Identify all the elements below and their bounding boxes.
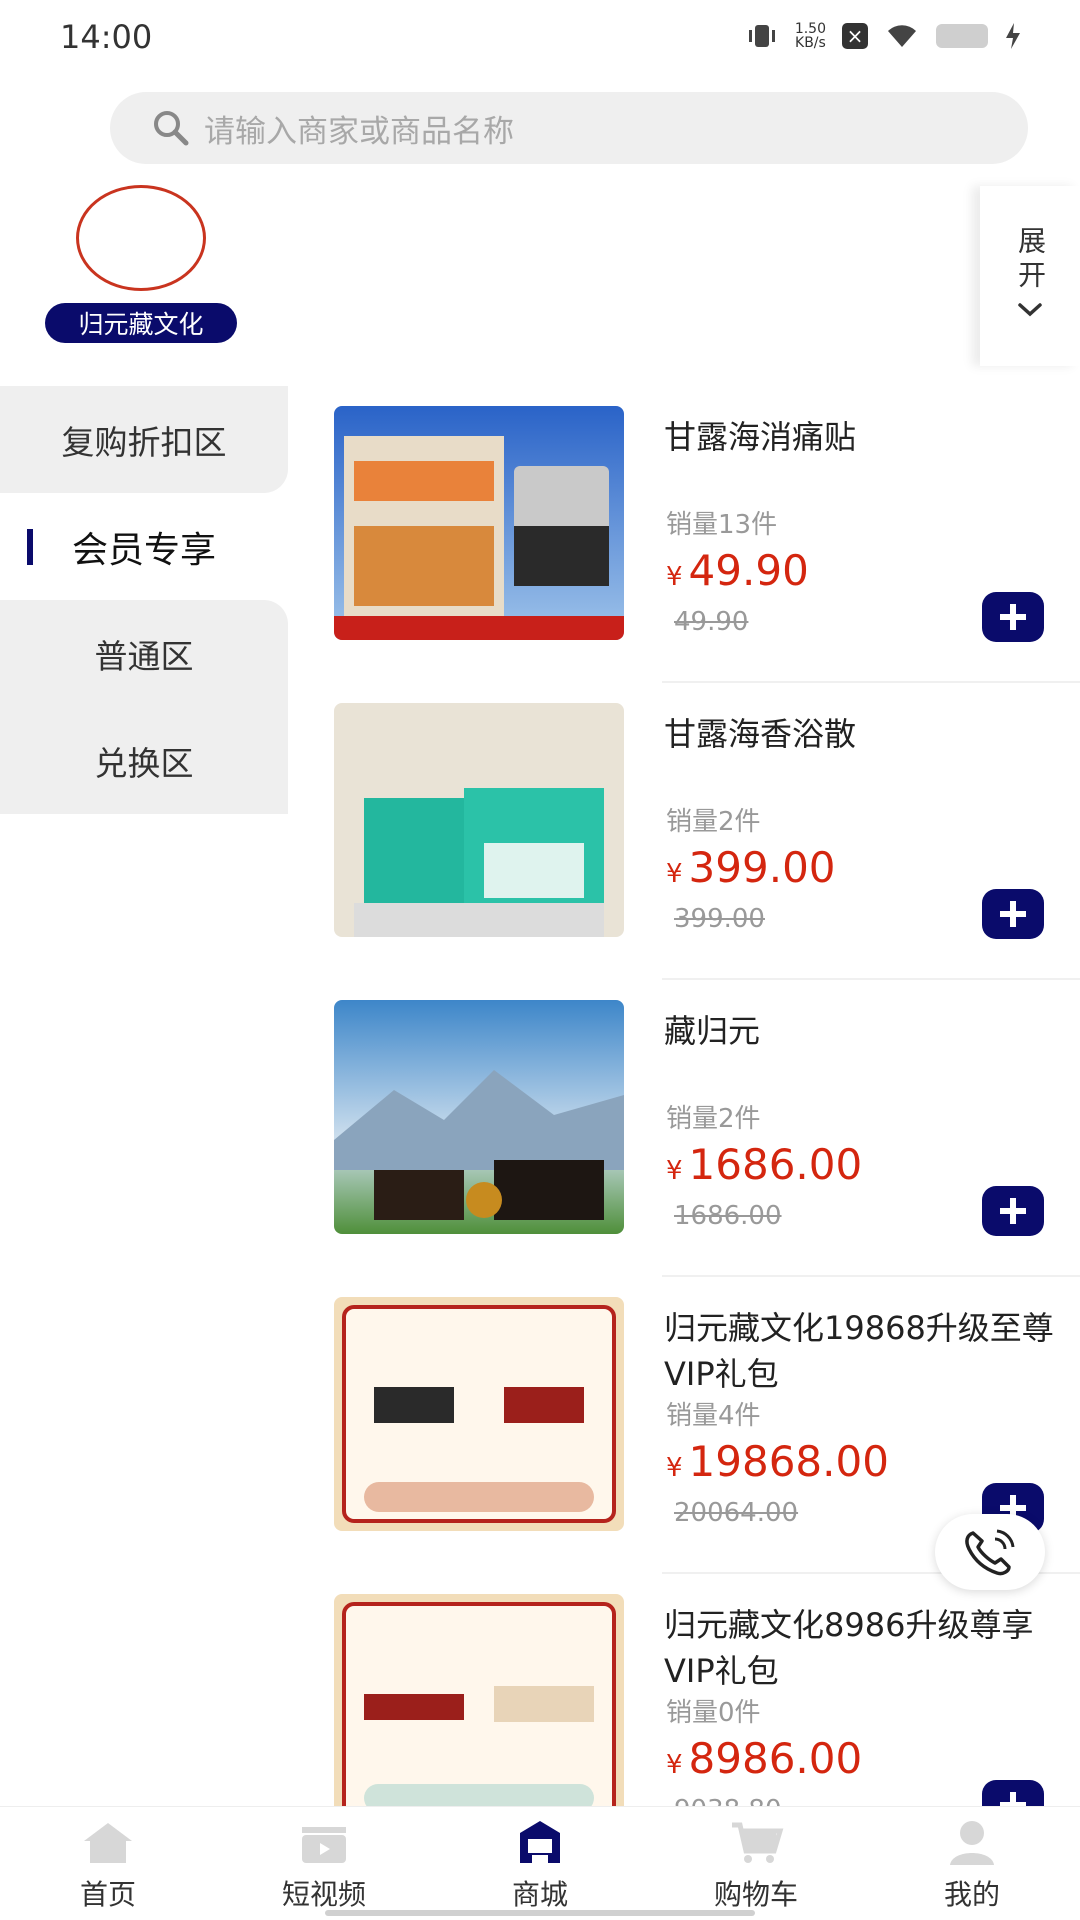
- home-icon: [80, 1819, 136, 1867]
- nav-label: 我的: [943, 1878, 1000, 1911]
- product-original-price: 1686.00: [674, 1201, 782, 1231]
- expand-label: 展开: [1014, 226, 1047, 294]
- nav-home[interactable]: 首页: [0, 1807, 216, 1920]
- add-to-cart-button[interactable]: [982, 1186, 1044, 1236]
- active-indicator: [27, 529, 33, 565]
- product-original-price: 399.00: [674, 904, 765, 934]
- store-logo[interactable]: [76, 185, 206, 291]
- vibrate-icon: [748, 25, 775, 47]
- product-price: ¥8986.00: [666, 1734, 862, 1783]
- cart-icon: [728, 1819, 784, 1867]
- nav-label: 短视频: [281, 1878, 366, 1911]
- nav-cart[interactable]: 购物车: [648, 1807, 864, 1920]
- nav-mall[interactable]: 商城: [432, 1807, 648, 1920]
- product-item[interactable]: 甘露海香浴散 销量2件 ¥399.00 399.00: [334, 683, 1080, 980]
- plus-icon: [1000, 901, 1026, 927]
- expand-button[interactable]: 展开: [980, 186, 1080, 366]
- search-placeholder: 请输入商家或商品名称: [204, 113, 514, 150]
- category-sidebar: 复购折扣区 会员专享 普通区 兑换区: [0, 386, 288, 814]
- video-icon: [296, 1819, 352, 1867]
- price-value: 19868.00: [688, 1437, 889, 1486]
- currency-symbol: ¥: [666, 859, 683, 889]
- category-label: 兑换区: [94, 743, 194, 783]
- nav-label: 商城: [511, 1878, 568, 1911]
- category-label: 复购折扣区: [61, 422, 227, 462]
- product-item[interactable]: 藏归元 销量2件 ¥1686.00 1686.00: [334, 980, 1080, 1277]
- chevron-down-icon: [1018, 303, 1042, 317]
- product-sales: 销量13件: [666, 510, 778, 540]
- currency-symbol: ¥: [666, 1156, 683, 1186]
- wifi-icon: [888, 25, 916, 47]
- price-value: 399.00: [688, 843, 836, 892]
- price-value: 49.90: [688, 546, 809, 595]
- speed-unit: KB/s: [795, 35, 826, 51]
- home-indicator[interactable]: [325, 1910, 755, 1916]
- status-bar: 14:00 1.50 KB/s ×: [0, 0, 1080, 76]
- product-original-price: 9038.80: [674, 1795, 782, 1806]
- store-name[interactable]: 归元藏文化: [45, 303, 237, 343]
- nav-me[interactable]: 我的: [864, 1807, 1080, 1920]
- product-name[interactable]: 甘露海消痛贴: [664, 414, 1064, 460]
- plus-icon: [1000, 604, 1026, 630]
- product-price: ¥49.90: [666, 546, 809, 595]
- currency-symbol: ¥: [666, 562, 683, 592]
- plus-icon: [1000, 1198, 1026, 1224]
- category-item-member[interactable]: 会员专享: [0, 493, 288, 600]
- category-item-normal[interactable]: 普通区: [0, 600, 288, 707]
- category-label: 普通区: [94, 636, 194, 676]
- add-to-cart-button[interactable]: [982, 592, 1044, 642]
- category-item-exchange[interactable]: 兑换区: [0, 707, 288, 814]
- product-list[interactable]: 甘露海消痛贴 销量13件 ¥49.90 49.90 甘露海香浴散 销量2件 ¥3…: [334, 386, 1080, 1806]
- product-price: ¥19868.00: [666, 1437, 889, 1486]
- product-name[interactable]: 归元藏文化19868升级至尊VIP礼包: [664, 1305, 1064, 1397]
- nav-label: 购物车: [713, 1878, 798, 1911]
- product-item[interactable]: 归元藏文化8986升级尊享VIP礼包 销量0件 ¥8986.00 9038.80: [334, 1574, 1080, 1806]
- phone-icon: [965, 1529, 1015, 1576]
- product-image[interactable]: [334, 1594, 624, 1806]
- product-image[interactable]: [334, 406, 624, 640]
- product-image[interactable]: [334, 1000, 624, 1234]
- mall-icon: [512, 1819, 568, 1867]
- bottom-nav: 首页 短视频 商城 购物车 我的: [0, 1806, 1080, 1920]
- product-image[interactable]: [334, 1297, 624, 1531]
- product-sales: 销量2件: [666, 807, 761, 837]
- notification-x-icon: ×: [842, 23, 868, 49]
- price-value: 8986.00: [688, 1734, 863, 1783]
- currency-symbol: ¥: [666, 1453, 683, 1483]
- nav-label: 首页: [79, 1878, 136, 1911]
- product-item[interactable]: 甘露海消痛贴 销量13件 ¥49.90 49.90: [334, 386, 1080, 683]
- add-to-cart-button[interactable]: [982, 1780, 1044, 1806]
- product-sales: 销量4件: [666, 1401, 761, 1431]
- product-image[interactable]: [334, 703, 624, 937]
- status-time: 14:00: [60, 18, 153, 56]
- speed-value: 1.50: [794, 21, 826, 37]
- product-name[interactable]: 藏归元: [664, 1008, 1064, 1054]
- price-value: 1686.00: [688, 1140, 863, 1189]
- currency-symbol: ¥: [666, 1750, 683, 1780]
- network-speed: 1.50 KB/s: [795, 22, 826, 50]
- product-name[interactable]: 甘露海香浴散: [664, 711, 1064, 757]
- product-price: ¥1686.00: [666, 1140, 862, 1189]
- plus-icon: [1000, 1792, 1026, 1806]
- charging-icon: [1006, 23, 1020, 49]
- product-price: ¥399.00: [666, 843, 836, 892]
- user-icon: [944, 1819, 1000, 1867]
- customer-service-button[interactable]: [935, 1514, 1045, 1590]
- add-to-cart-button[interactable]: [982, 889, 1044, 939]
- nav-video[interactable]: 短视频: [216, 1807, 432, 1920]
- product-sales: 销量0件: [666, 1698, 761, 1728]
- product-original-price: 49.90: [674, 607, 749, 637]
- product-original-price: 20064.00: [674, 1498, 799, 1528]
- product-name[interactable]: 归元藏文化8986升级尊享VIP礼包: [664, 1602, 1064, 1694]
- category-label: 会员专享: [71, 529, 216, 571]
- search-icon: [154, 111, 189, 146]
- status-icons: 1.50 KB/s ×: [745, 22, 1022, 50]
- product-sales: 销量2件: [666, 1104, 761, 1134]
- category-item-repurchase[interactable]: 复购折扣区: [0, 386, 288, 493]
- battery-icon: [936, 24, 988, 48]
- search-bar[interactable]: 请输入商家或商品名称: [110, 92, 1028, 164]
